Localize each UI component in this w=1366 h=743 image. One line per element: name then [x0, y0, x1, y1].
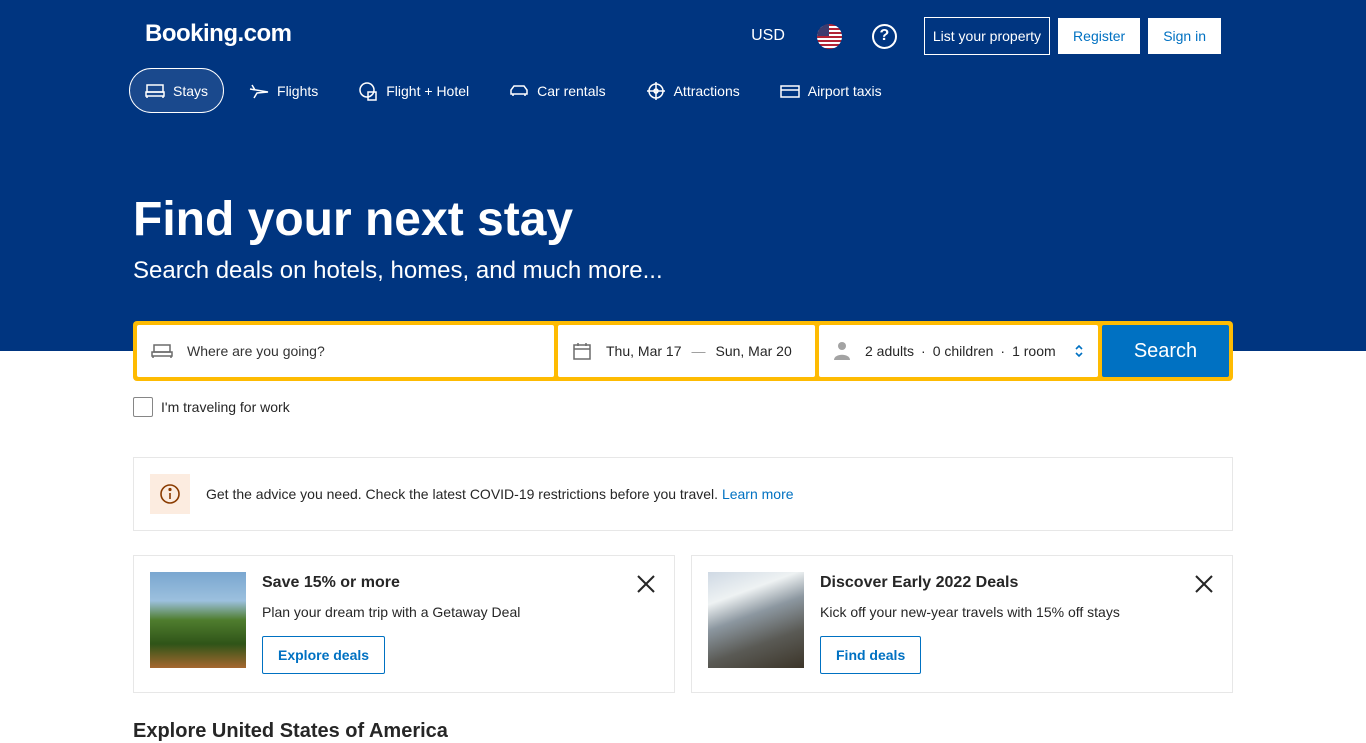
- header-actions: USD ? List your property Register Sign i…: [751, 17, 1221, 55]
- covid-banner: Get the advice you need. Check the lates…: [133, 457, 1233, 531]
- info-icon: [160, 484, 180, 504]
- nav-flight-hotel[interactable]: Flight + Hotel: [343, 68, 484, 113]
- covid-text: Get the advice you need. Check the lates…: [206, 486, 719, 502]
- nav-label: Airport taxis: [807, 82, 882, 99]
- checkout-date: Sun, Mar 20: [715, 343, 792, 359]
- checkin-date: Thu, Mar 17: [606, 343, 682, 359]
- card-title: Save 15% or more: [262, 574, 400, 591]
- bed-icon: [151, 344, 173, 358]
- learn-more-link[interactable]: Learn more: [722, 486, 794, 502]
- work-travel-label: I'm traveling for work: [161, 399, 290, 415]
- currency-selector[interactable]: USD: [751, 27, 785, 45]
- card-text: Plan your dream trip with a Getaway Deal: [262, 604, 521, 620]
- person-icon: [834, 342, 850, 360]
- chevron-updown-icon: [1075, 344, 1083, 358]
- nav-label: Flight + Hotel: [386, 82, 470, 99]
- mountain-image: [708, 572, 804, 668]
- card-title: Discover Early 2022 Deals: [820, 574, 1019, 591]
- dates-field[interactable]: Thu, Mar 17 — Sun, Mar 20: [558, 325, 815, 377]
- nav-car-rentals[interactable]: Car rentals: [494, 68, 620, 113]
- nav-label: Stays: [173, 82, 209, 99]
- car-icon: [510, 84, 528, 96]
- explore-heading: Explore United States of America: [133, 720, 448, 742]
- plane-icon: [249, 84, 269, 98]
- nav-airport-taxis[interactable]: Airport taxis: [765, 68, 897, 113]
- card-content: Save 15% or more Plan your dream trip wi…: [262, 572, 520, 676]
- destination-input[interactable]: [187, 343, 540, 359]
- attractions-icon: [646, 81, 665, 100]
- help-icon[interactable]: ?: [871, 23, 897, 49]
- close-icon[interactable]: [636, 574, 656, 594]
- guests-separator: ·: [1000, 343, 1006, 359]
- us-flag-icon[interactable]: [816, 23, 842, 49]
- nav-label: Car rentals: [537, 82, 606, 99]
- guests-field[interactable]: 2 adults · 0 children · 1 room: [819, 325, 1098, 377]
- booking-logo[interactable]: Booking.com: [145, 20, 292, 48]
- work-travel-option[interactable]: I'm traveling for work: [133, 397, 290, 417]
- page-subtitle: Search deals on hotels, homes, and much …: [133, 257, 663, 284]
- nav-attractions[interactable]: Attractions: [631, 68, 755, 113]
- explore-deals-button[interactable]: Explore deals: [262, 636, 386, 674]
- destination-field[interactable]: [137, 325, 554, 377]
- children-count: 0 children: [932, 343, 994, 359]
- info-icon-box: [150, 474, 190, 514]
- find-deals-button[interactable]: Find deals: [820, 636, 922, 674]
- search-button[interactable]: Search: [1102, 325, 1229, 377]
- sign-in-button[interactable]: Sign in: [1148, 18, 1221, 54]
- bed-icon: [145, 83, 165, 98]
- list-property-button[interactable]: List your property: [923, 17, 1051, 55]
- promo-card-getaway: Save 15% or more Plan your dream trip wi…: [133, 555, 675, 693]
- register-button[interactable]: Register: [1058, 18, 1141, 54]
- close-icon[interactable]: [1194, 574, 1214, 594]
- nav-label: Attractions: [673, 82, 740, 99]
- flight-hotel-icon: [359, 81, 377, 101]
- adults-count: 2 adults: [865, 343, 915, 359]
- nav-stays[interactable]: Stays: [129, 68, 225, 113]
- nav-label: Flights: [277, 82, 319, 99]
- park-image: [150, 572, 246, 668]
- taxi-icon: [779, 84, 800, 98]
- promo-card-early-2022: Discover Early 2022 Deals Kick off your …: [691, 555, 1233, 693]
- card-text: Kick off your new-year travels with 15% …: [820, 604, 1120, 620]
- card-content: Discover Early 2022 Deals Kick off your …: [820, 572, 1120, 676]
- calendar-icon: [573, 343, 591, 360]
- guests-separator: ·: [921, 343, 926, 359]
- rooms-count: 1 room: [1012, 343, 1056, 359]
- page-title: Find your next stay: [133, 193, 574, 246]
- search-bar: Thu, Mar 17 — Sun, Mar 20 2 adults · 0 c…: [133, 321, 1233, 381]
- main-nav: Stays Flights Flight + Hotel Car rentals…: [129, 68, 907, 113]
- nav-flights[interactable]: Flights: [234, 68, 333, 113]
- work-travel-checkbox[interactable]: [133, 397, 153, 417]
- hero-banner: Booking.com USD ? List your property Reg…: [0, 0, 1366, 351]
- date-separator: —: [691, 343, 706, 359]
